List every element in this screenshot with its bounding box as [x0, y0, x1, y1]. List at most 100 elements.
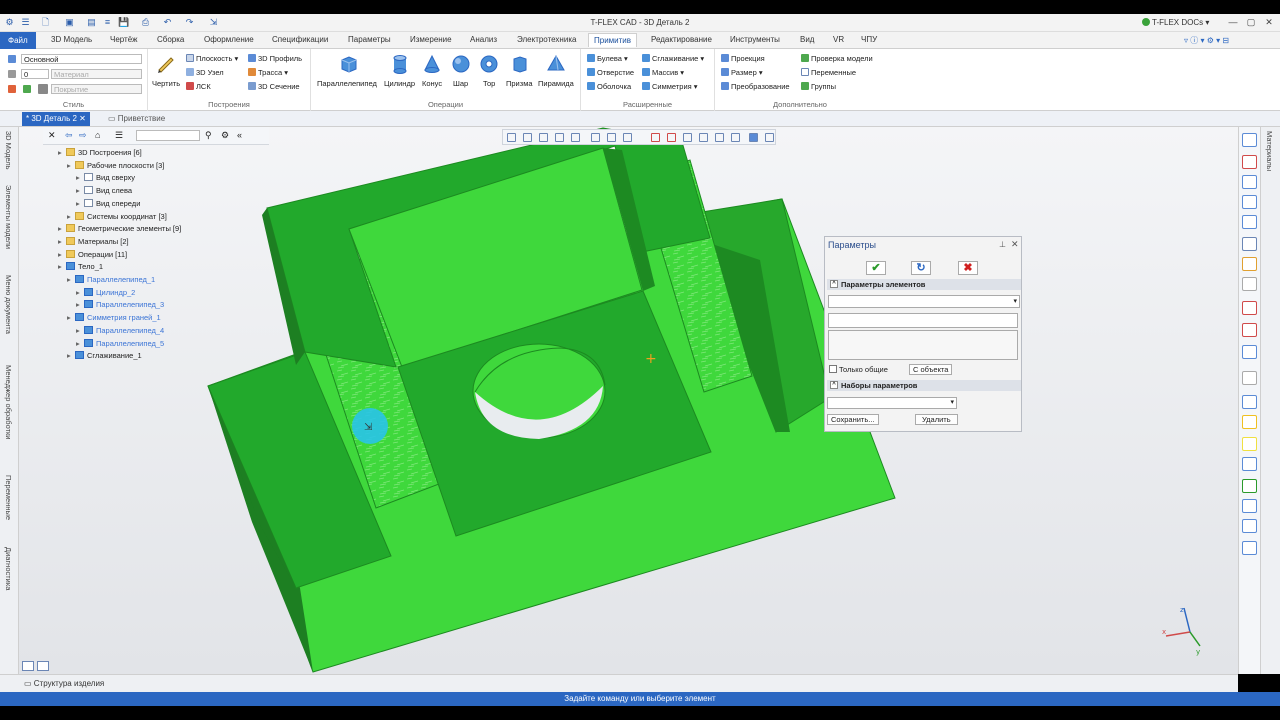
side-tab-model-elements[interactable]: Элементы модели	[4, 185, 13, 249]
hole-button[interactable]: Отверстие	[587, 68, 634, 77]
tab-specifications[interactable]: Спецификации	[272, 35, 328, 44]
tab-editing[interactable]: Редактирование	[651, 35, 712, 44]
shading-icon[interactable]	[749, 133, 758, 142]
expand-arrow-icon[interactable]: ▸	[76, 186, 84, 195]
home-icon[interactable]: ⌂	[95, 130, 100, 140]
tree-item[interactable]: ▸ Цилиндр_2	[76, 287, 135, 297]
product-structure-tab[interactable]: ▭ Структура изделия	[24, 679, 104, 688]
expand-arrow-icon[interactable]: ▸	[58, 224, 66, 233]
expand-arrow-icon[interactable]: ▸	[67, 351, 75, 360]
tool-button-icon[interactable]	[1242, 301, 1257, 315]
tool-button-icon[interactable]	[1242, 195, 1257, 209]
doc-tab-3d-part[interactable]: * 3D Деталь 2 ✕	[22, 112, 90, 126]
groups-button[interactable]: Группы	[801, 82, 836, 91]
cancel-button[interactable]: ✖	[958, 261, 978, 275]
light-icon[interactable]	[715, 133, 724, 142]
only-common-checkbox[interactable]	[829, 365, 837, 373]
sphere-icon[interactable]	[451, 54, 471, 74]
expand-arrow-icon[interactable]: ▸	[58, 250, 66, 259]
filter-icon[interactable]	[507, 133, 516, 142]
element-select[interactable]: ▾	[828, 295, 1020, 308]
list-view-icon[interactable]: ☰	[115, 130, 123, 141]
tool-button-icon[interactable]	[1242, 395, 1257, 409]
tool-button-icon[interactable]	[1242, 437, 1257, 451]
tree-item[interactable]: ▸ Тело_1	[58, 262, 103, 271]
draw-label[interactable]: Чертить	[152, 79, 180, 88]
element-param-field[interactable]	[828, 313, 1018, 328]
side-tab-doc-menu[interactable]: Меню документа	[4, 275, 13, 334]
maximize-button[interactable]: ▢	[1244, 17, 1258, 29]
prism-icon[interactable]	[510, 54, 530, 74]
tool-button-icon[interactable]	[1242, 499, 1257, 513]
tree-item[interactable]: ▸ Параллелепипед_1	[67, 275, 155, 284]
side-tab-diagnostics[interactable]: Диагностика	[4, 547, 13, 590]
tool-button-icon[interactable]	[1242, 277, 1257, 291]
ok-button[interactable]: ✔	[866, 261, 886, 275]
tree-item[interactable]: ▸ Параллелепипед_5	[76, 338, 164, 348]
tree-filter-input[interactable]	[136, 130, 200, 141]
tool-button-icon[interactable]	[1242, 457, 1257, 471]
pin-icon[interactable]: ⊥	[999, 240, 1006, 249]
tool-button-icon[interactable]	[1242, 133, 1257, 147]
tflex-docs-button[interactable]: T-FLEX DOCs ▾	[1142, 18, 1209, 27]
side-tab-materials[interactable]: Материалы	[1265, 131, 1274, 171]
boolean-button[interactable]: Булева ▾	[587, 54, 628, 63]
delete-set-button[interactable]: Удалить	[915, 414, 958, 425]
tool-button-icon[interactable]	[1242, 541, 1257, 555]
close-panel-button[interactable]: ✕	[1011, 239, 1019, 250]
layer-combo[interactable]: Основной	[21, 54, 142, 64]
section-element-params[interactable]: ^ Параметры элементов	[827, 279, 1021, 290]
tree-item[interactable]: ▸ Системы координат [3]	[67, 211, 167, 221]
material-combo[interactable]: Материал	[51, 69, 142, 79]
select-icon[interactable]	[523, 133, 532, 142]
side-tab-3d-model[interactable]: 3D Модель	[4, 131, 13, 170]
transform-button[interactable]: Преобразование	[721, 82, 790, 91]
tab-formatting[interactable]: Оформление	[204, 35, 254, 44]
ruler-icon[interactable]	[607, 133, 616, 142]
expand-arrow-icon[interactable]: ▸	[76, 173, 84, 182]
expand-arrow-icon[interactable]: ▸	[67, 212, 75, 221]
edge-icon[interactable]	[571, 133, 580, 142]
tab-parameters[interactable]: Параметры	[348, 35, 391, 44]
expand-arrow-icon[interactable]: ▸	[76, 326, 84, 335]
tree-item[interactable]: ▸ Вид слева	[76, 186, 132, 195]
tab-vr[interactable]: VR	[833, 35, 844, 44]
tool-button-icon[interactable]	[1242, 415, 1257, 429]
tree-item[interactable]: ▸ Симметрия граней_1	[67, 313, 161, 322]
tree-item[interactable]: ▸ Вид сверху	[76, 173, 135, 182]
from-object-button[interactable]: С объекта	[909, 364, 953, 375]
copy-icon[interactable]	[683, 133, 692, 142]
symmetry-button[interactable]: Симметрия ▾	[642, 82, 698, 91]
save-set-button[interactable]: Сохранить...	[827, 414, 879, 425]
prism-label[interactable]: Призма	[506, 79, 533, 88]
sphere-label[interactable]: Шар	[453, 79, 468, 88]
expand-arrow-icon[interactable]: ▸	[58, 148, 66, 157]
snap-icon[interactable]	[539, 133, 548, 142]
tab-measurement[interactable]: Измерение	[410, 35, 452, 44]
tool-button-icon[interactable]	[1242, 345, 1257, 359]
dimension-button[interactable]: Размер ▾	[721, 68, 763, 77]
3d-node-button[interactable]: 3D Узел	[186, 68, 224, 77]
box-icon[interactable]	[339, 54, 359, 74]
tool-button-icon[interactable]	[1242, 155, 1257, 169]
cylinder-label[interactable]: Цилиндр	[384, 79, 415, 88]
tool-button-icon[interactable]	[1242, 215, 1257, 229]
plane-button[interactable]: Плоскость ▾	[186, 54, 238, 63]
pyramid-label[interactable]: Пирамида	[538, 79, 574, 88]
tab-primitive[interactable]: Примитив	[588, 33, 638, 47]
fillet-button[interactable]: Сглаживание ▾	[642, 54, 704, 63]
tab-drawing[interactable]: Чертёж	[110, 35, 138, 44]
close-button[interactable]: ✕	[1262, 17, 1276, 29]
expand-arrow-icon[interactable]: ▸	[76, 288, 84, 297]
close-panel-icon[interactable]: ✕	[48, 130, 56, 141]
search-icon[interactable]: ⚲	[205, 130, 212, 141]
expand-arrow-icon[interactable]: ▸	[76, 300, 84, 309]
box-label[interactable]: Параллелепипед	[317, 79, 377, 88]
tree-item[interactable]: ▸ 3D Построения [6]	[58, 148, 142, 157]
3d-section-button[interactable]: 3D Сечение	[248, 82, 300, 91]
expand-arrow-icon[interactable]: ▸	[67, 161, 75, 170]
settings-icon[interactable]: ⚙	[221, 130, 229, 141]
element-param-list[interactable]	[828, 330, 1018, 360]
grid-icon[interactable]	[591, 133, 600, 142]
lcs-button[interactable]: ЛСК	[186, 82, 211, 91]
